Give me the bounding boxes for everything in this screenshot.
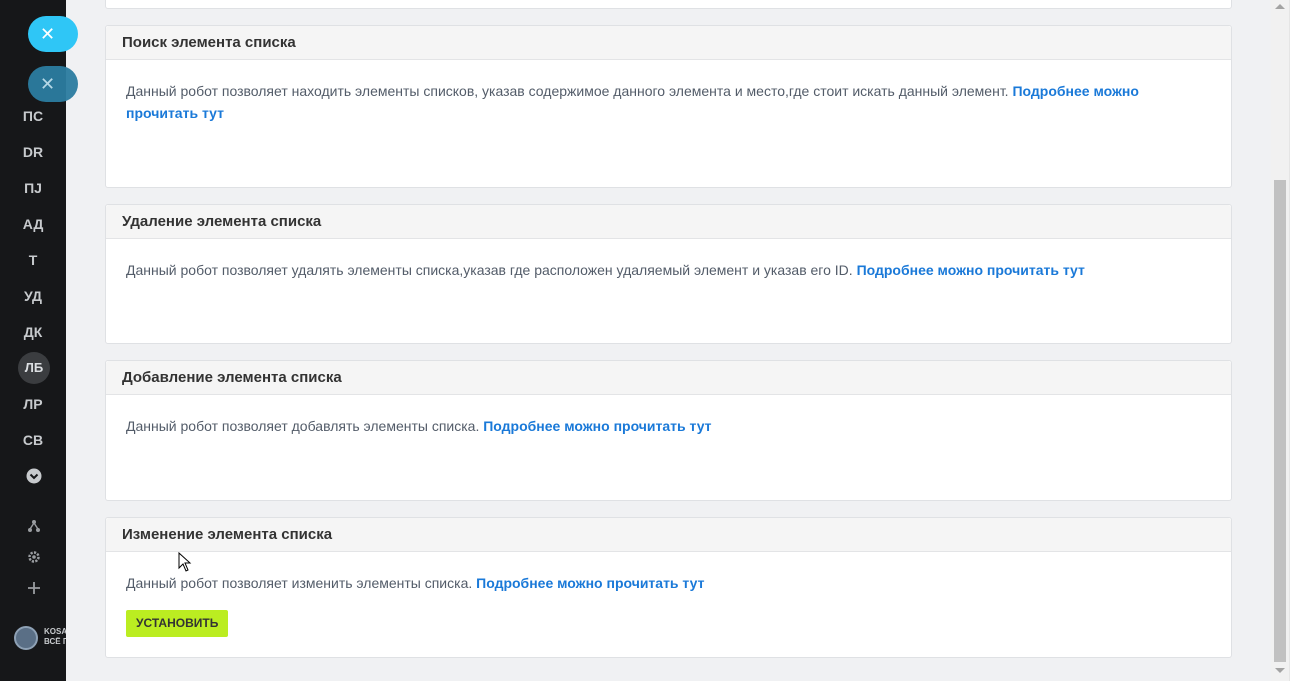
right-edge-strip	[1289, 0, 1301, 681]
card-title: Удаление элемента списка	[106, 205, 1231, 239]
close-icon: ✕	[40, 74, 56, 94]
card-description: Данный робот позволяет удалять элементы …	[106, 239, 1231, 281]
card-title: Изменение элемента списка	[106, 518, 1231, 552]
read-more-link[interactable]: Подробнее можно прочитать тут	[483, 418, 711, 434]
card-add-list-element: Добавление элемента списка Данный робот …	[105, 360, 1232, 501]
plus-icon[interactable]	[26, 580, 42, 596]
scroll-down-arrow-icon[interactable]	[1275, 668, 1285, 673]
card-search-list-element: Поиск элемента списка Данный робот позво…	[105, 25, 1232, 188]
sidebar-item-t[interactable]: Т	[0, 250, 66, 270]
sidebar-item-ps[interactable]: ПС	[0, 106, 66, 126]
close-icon: ✕	[40, 24, 56, 44]
sidebar-item-lr[interactable]: ЛР	[0, 394, 66, 414]
card-edit-list-element: Изменение элемента списка Данный робот п…	[105, 517, 1232, 658]
main-content: Поиск элемента списка Данный робот позво…	[66, 0, 1271, 681]
install-button[interactable]: УСТАНОВИТЬ	[126, 610, 229, 637]
read-more-link[interactable]: Подробнее можно прочитать тут	[476, 575, 704, 591]
left-sidebar: ПС DR ПJ АД Т УД ДК ЛБ ЛР СВ KOSA ВСЁ П	[0, 0, 66, 681]
card-description: Данный робот позволяет изменить элементы…	[106, 552, 1231, 637]
sidebar-item-dk[interactable]: ДК	[0, 322, 66, 342]
gear-icon[interactable]	[26, 549, 42, 565]
description-text: Данный робот позволяет находить элементы…	[126, 83, 1009, 99]
sidebar-item-sv[interactable]: СВ	[0, 430, 66, 450]
company-logo-text: KOSA ВСЁ П	[44, 627, 66, 646]
card-description: Данный робот позволяет находить элементы…	[106, 60, 1231, 124]
description-text: Данный робот позволяет изменить элементы…	[126, 575, 473, 591]
hierarchy-icon[interactable]	[26, 518, 42, 534]
description-text: Данный робот позволяет добавлять элемент…	[126, 418, 480, 434]
previous-card	[105, 0, 1232, 9]
sidebar-item-dr[interactable]: DR	[0, 142, 66, 162]
card-title: Добавление элемента списка	[106, 361, 1231, 395]
card-description: Данный робот позволяет добавлять элемент…	[106, 395, 1231, 437]
sidebar-item-lb[interactable]: ЛБ	[18, 352, 50, 384]
company-logo-icon	[14, 626, 38, 650]
description-text: Данный робот позволяет удалять элементы …	[126, 262, 853, 278]
vertical-scrollbar[interactable]	[1271, 0, 1289, 681]
chevron-down-circle-icon[interactable]	[26, 468, 42, 484]
read-more-link[interactable]: Подробнее можно прочитать тут	[857, 262, 1085, 278]
card-title: Поиск элемента списка	[106, 26, 1231, 60]
scrollbar-thumb[interactable]	[1274, 180, 1286, 662]
mouse-cursor-icon	[178, 552, 192, 572]
scroll-up-arrow-icon[interactable]	[1275, 4, 1285, 9]
sidebar-item-ud[interactable]: УД	[0, 286, 66, 306]
sidebar-item-ad[interactable]: АД	[0, 214, 66, 234]
card-delete-list-element: Удаление элемента списка Данный робот по…	[105, 204, 1232, 344]
sidebar-item-pj[interactable]: ПJ	[0, 178, 66, 198]
